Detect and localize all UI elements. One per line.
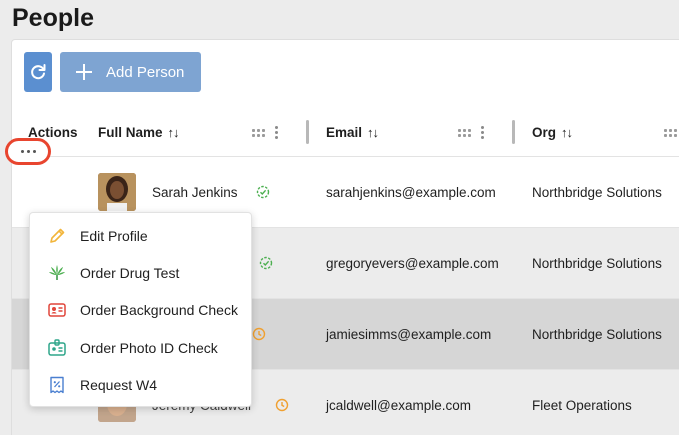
menu-item-order-background-check[interactable]: Order Background Check: [30, 292, 251, 329]
column-resizer[interactable]: [306, 120, 309, 144]
org-cell: Fleet Operations: [532, 398, 632, 413]
refresh-button[interactable]: [24, 52, 52, 92]
tax-form-icon: [48, 376, 66, 394]
sort-icon[interactable]: ↑↓: [367, 125, 379, 140]
header-email[interactable]: Email ↑↓: [326, 108, 379, 157]
menu-item-order-drug-test[interactable]: Order Drug Test: [30, 254, 251, 291]
email-column-tools: [458, 108, 484, 157]
menu-item-request-w4[interactable]: Request W4: [30, 367, 251, 404]
email-cell: gregoryevers@example.com: [326, 256, 499, 271]
menu-item-order-photo-id-check[interactable]: Order Photo ID Check: [30, 329, 251, 366]
sort-icon[interactable]: ↑↓: [561, 125, 573, 140]
pencil-icon: [48, 227, 66, 245]
column-resizer[interactable]: [512, 120, 515, 144]
email-cell: jamiesimms@example.com: [326, 327, 492, 342]
sort-icon[interactable]: ↑↓: [168, 125, 180, 140]
add-person-button[interactable]: Add Person: [60, 52, 201, 92]
drag-handle-icon[interactable]: [458, 128, 471, 137]
verified-status-icon: [259, 256, 273, 270]
column-menu-icon[interactable]: [481, 126, 484, 139]
column-menu-icon[interactable]: [275, 126, 278, 139]
org-cell: Northbridge Solutions: [532, 327, 662, 342]
add-person-label: Add Person: [106, 63, 185, 81]
header-full-name[interactable]: Full Name ↑↓: [98, 108, 180, 157]
drag-handle-icon[interactable]: [252, 128, 265, 137]
email-cell: jcaldwell@example.com: [326, 398, 472, 413]
org-cell: Northbridge Solutions: [532, 185, 662, 200]
leaf-icon: [48, 264, 66, 282]
page-title: People: [12, 4, 94, 32]
badge-icon: [48, 339, 66, 357]
drag-handle-icon[interactable]: [664, 128, 677, 137]
menu-item-edit-profile[interactable]: Edit Profile: [30, 217, 251, 254]
org-column-tools: [664, 108, 677, 157]
email-cell: sarahjenkins@example.com: [326, 185, 496, 200]
refresh-icon: [31, 64, 46, 80]
table-header: Actions Full Name ↑↓ Email ↑↓ Org ↑↓: [12, 108, 679, 157]
org-cell: Northbridge Solutions: [532, 256, 662, 271]
header-org[interactable]: Org ↑↓: [532, 108, 573, 157]
row-actions-menu: Edit Profile Order Drug Test Order Backg…: [29, 212, 252, 407]
avatar: [98, 173, 136, 211]
plus-icon: [76, 64, 92, 80]
toolbar: Add Person: [24, 52, 201, 92]
id-card-icon: [48, 301, 66, 319]
pending-status-icon: [252, 327, 266, 341]
row-actions-button[interactable]: [5, 138, 51, 165]
verified-status-icon: [256, 185, 270, 199]
pending-status-icon: [275, 398, 289, 412]
full-name-column-tools: [252, 108, 278, 157]
